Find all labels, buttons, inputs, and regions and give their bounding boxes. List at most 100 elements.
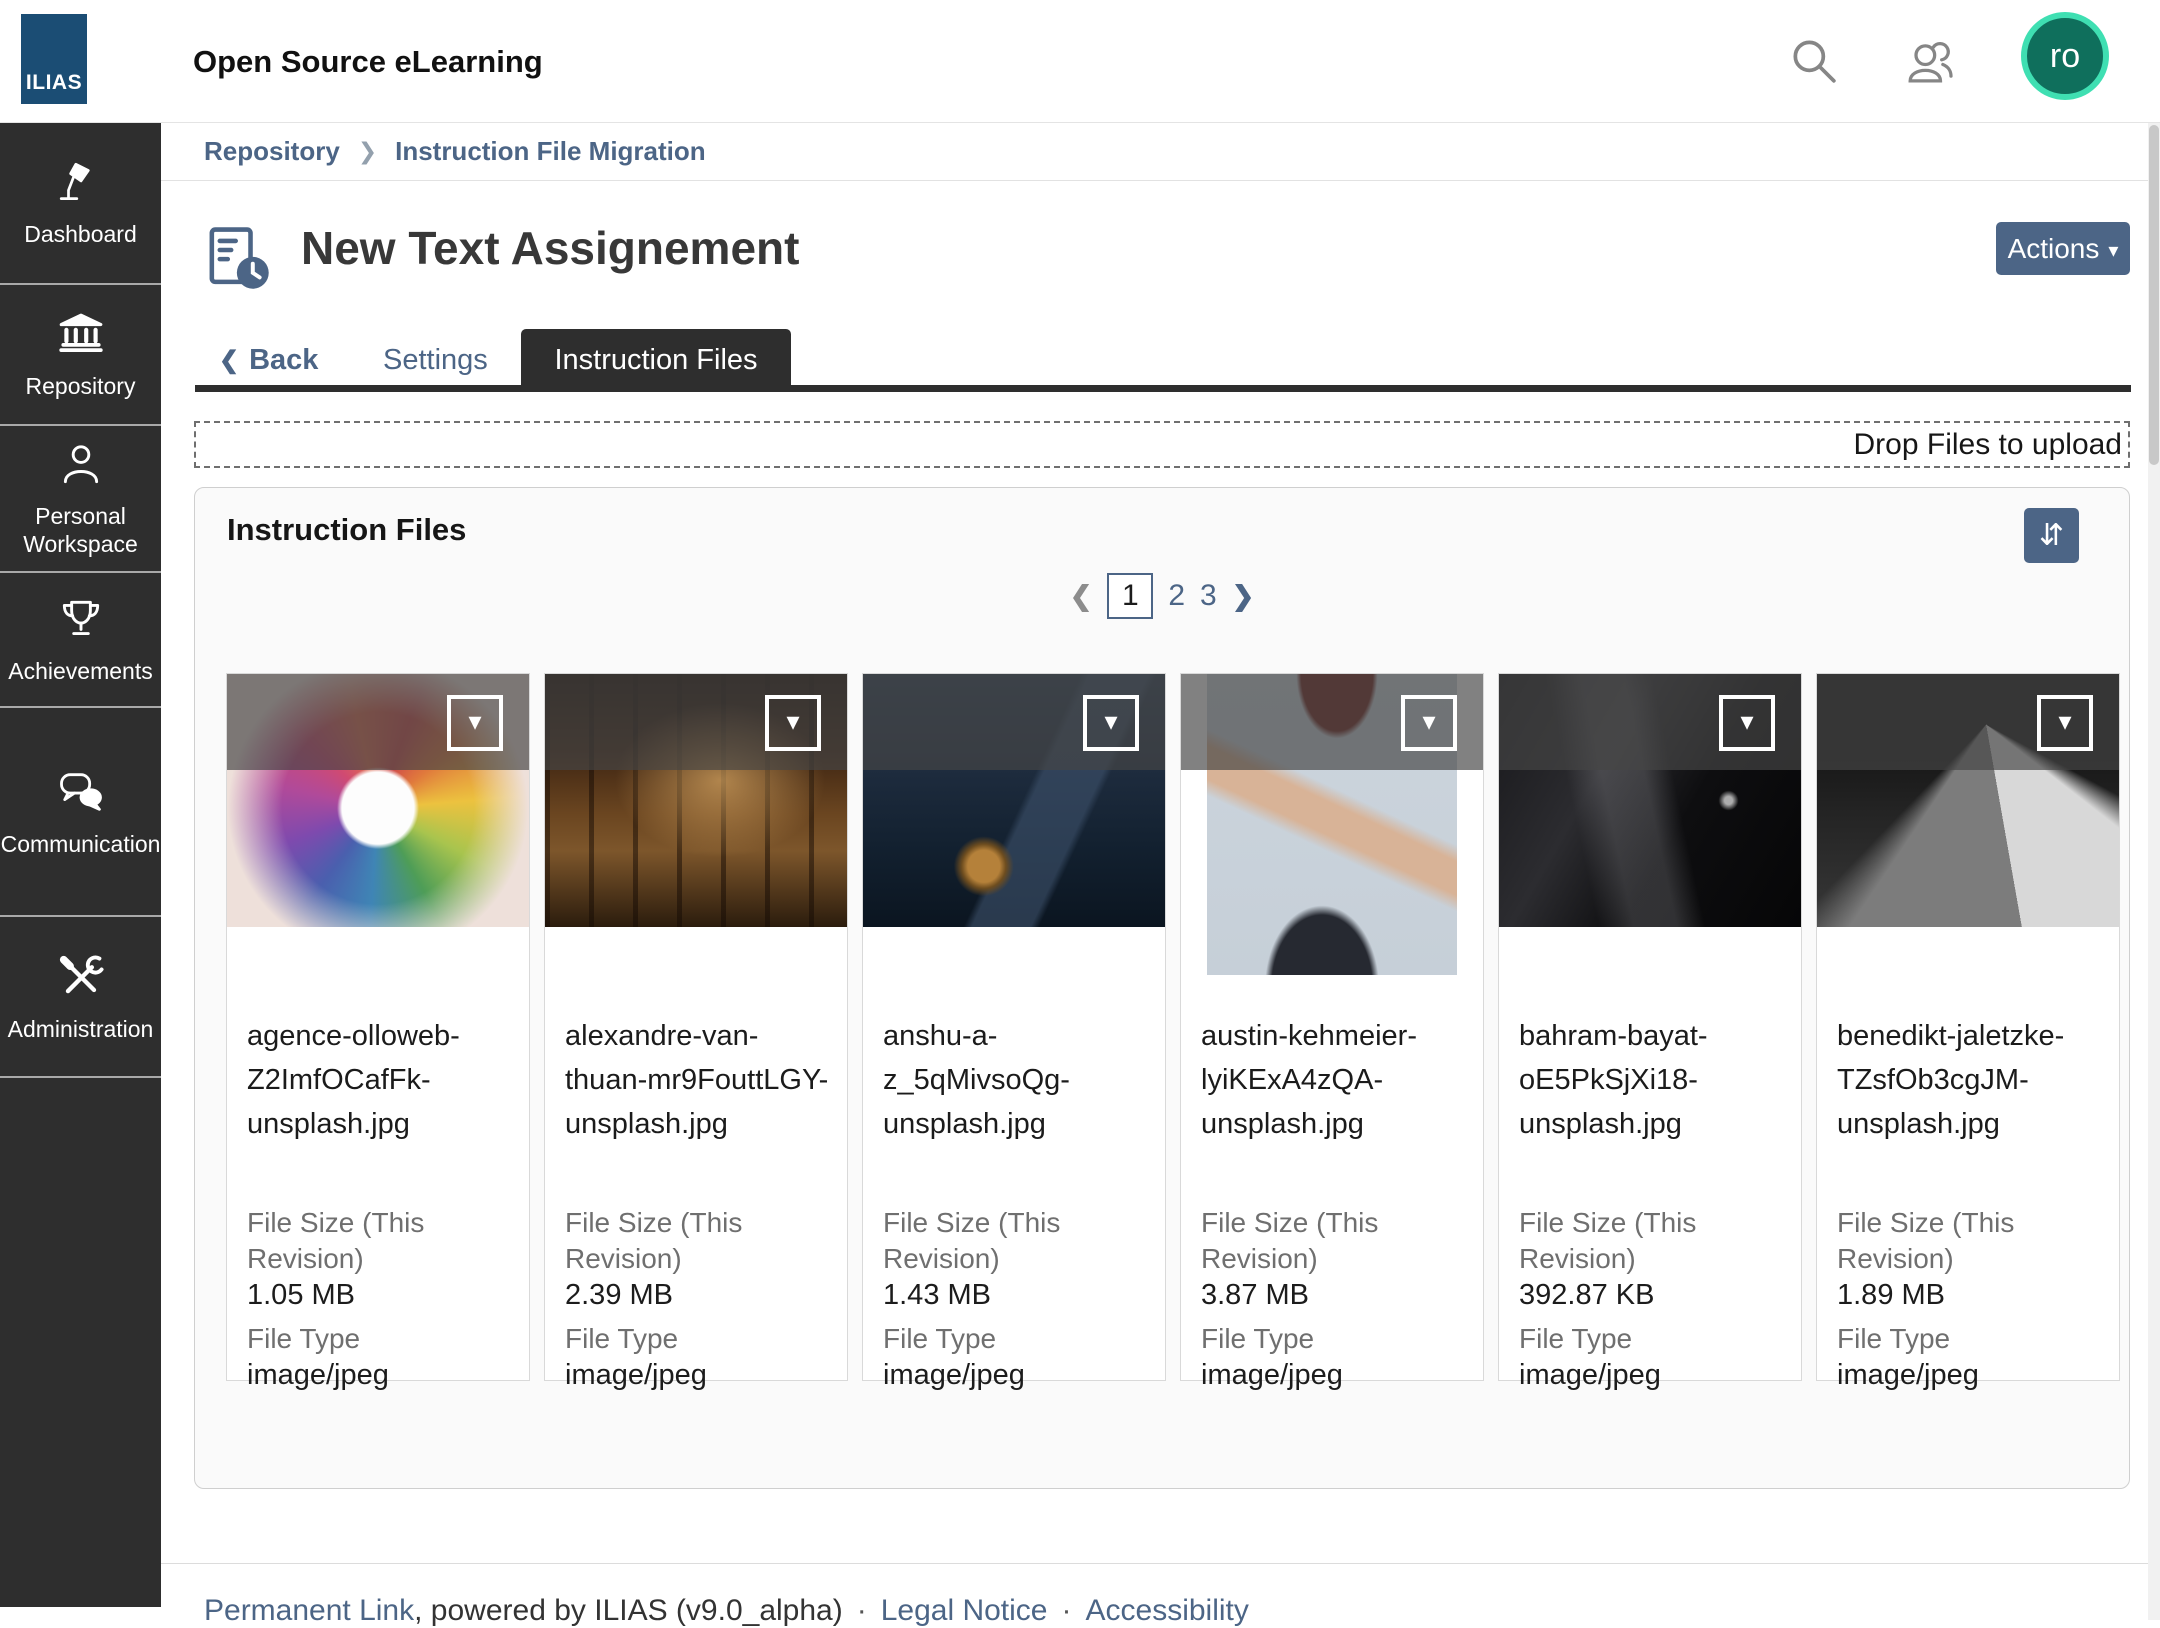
search-icon[interactable] [1786, 33, 1842, 89]
file-type-label: File Type [247, 1321, 517, 1357]
desk-lamp-icon [56, 158, 106, 208]
file-size-label: File Size (This Revision) [247, 1205, 517, 1277]
avatar[interactable]: ro [2021, 12, 2109, 100]
panel-title: Instruction Files [227, 512, 466, 548]
file-type-label: File Type [565, 1321, 835, 1357]
pagination-prev-icon[interactable]: ❮ [1070, 581, 1093, 612]
sidebar-item-administration[interactable]: Administration [0, 917, 161, 1078]
trophy-icon [56, 595, 106, 645]
accessibility-link[interactable]: Accessibility [1086, 1594, 1249, 1627]
file-type-value: image/jpeg [1519, 1357, 1789, 1393]
breadcrumb: Repository ❯ Instruction File Migration [161, 123, 2148, 181]
file-name: austin-kehmeier-lyiKExA4zQA-unsplash.jpg [1201, 1014, 1471, 1146]
actions-button[interactable]: Actions ▾ [1996, 222, 2130, 275]
thumbnail-area: ▾ [1817, 674, 2119, 1007]
chevron-right-icon: ❯ [358, 138, 377, 165]
file-size-value: 1.89 MB [1837, 1277, 2107, 1313]
card-dropdown-button[interactable]: ▾ [765, 695, 821, 751]
file-meta: File Size (This Revision) 392.87 KB File… [1519, 1205, 1789, 1393]
pagination-page-3[interactable]: 3 [1200, 579, 1217, 613]
sort-button[interactable]: ⇵ [2024, 508, 2079, 563]
file-card: ▾ austin-kehmeier-lyiKExA4zQA-unsplash.j… [1180, 673, 1484, 1381]
pagination-page-1[interactable]: 1 [1107, 573, 1153, 619]
tab-settings-label: Settings [383, 344, 488, 377]
footer-separator: · [857, 1594, 867, 1627]
main-content: Repository ❯ Instruction File Migration … [161, 123, 2160, 1620]
caret-down-icon: ▾ [2108, 238, 2118, 263]
file-card: ▾ alexandre-van-thuan-mr9FouttLGY-unspla… [544, 673, 848, 1381]
tab-back-label: Back [249, 344, 318, 377]
file-name: bahram-bayat-oE5PkSjXi18-unsplash.jpg [1519, 1014, 1789, 1146]
person-icon [56, 440, 106, 490]
sidebar-item-dashboard[interactable]: Dashboard [0, 123, 161, 285]
sidebar-item-repository[interactable]: Repository [0, 285, 161, 426]
file-size-value: 2.39 MB [565, 1277, 835, 1313]
file-card: ▾ anshu-a-z_5qMivsoQg-unsplash.jpg File … [862, 673, 1166, 1381]
file-meta: File Size (This Revision) 3.87 MB File T… [1201, 1205, 1471, 1393]
file-card: ▾ benedikt-jaletzke-TZsfOb3cgJM-unsplash… [1816, 673, 2120, 1381]
breadcrumb-instruction-file-migration[interactable]: Instruction File Migration [395, 136, 706, 167]
assignment-file-clock-icon [205, 225, 271, 296]
permanent-link[interactable]: Permanent Link [204, 1594, 414, 1627]
file-type-value: image/jpeg [1837, 1357, 2107, 1393]
file-meta: File Size (This Revision) 1.89 MB File T… [1837, 1205, 2107, 1393]
page-footer: Permanent Link, powered by ILIAS (v9.0_a… [204, 1594, 1249, 1628]
bank-icon [56, 310, 106, 360]
instruction-files-panel: Instruction Files ⇵ ❮ 1 2 3 ❯ ▾ agence-o… [194, 487, 2130, 1489]
pagination-page-2[interactable]: 2 [1168, 579, 1185, 613]
card-dropdown-button[interactable]: ▾ [1401, 695, 1457, 751]
file-size-label: File Size (This Revision) [1519, 1205, 1789, 1277]
card-dropdown-button[interactable]: ▾ [447, 695, 503, 751]
card-dropdown-button[interactable]: ▾ [2037, 695, 2093, 751]
top-header: ILIAS Open Source eLearning ro [0, 0, 2160, 123]
file-type-label: File Type [1201, 1321, 1471, 1357]
sidebar-item-label: Dashboard [20, 220, 141, 248]
file-size-value: 1.05 MB [247, 1277, 517, 1313]
caret-down-icon: ▾ [2058, 708, 2071, 734]
file-size-value: 1.43 MB [883, 1277, 1153, 1313]
file-size-label: File Size (This Revision) [565, 1205, 835, 1277]
tab-instruction-files[interactable]: Instruction Files [521, 329, 791, 392]
file-type-label: File Type [1519, 1321, 1789, 1357]
legal-notice-link[interactable]: Legal Notice [881, 1594, 1048, 1627]
main-sidebar: Dashboard Repository Personal Workspace [0, 123, 161, 1607]
vertical-scrollbar[interactable] [2148, 123, 2160, 1620]
file-type-label: File Type [883, 1321, 1153, 1357]
thumbnail-area: ▾ [863, 674, 1165, 1007]
tab-back[interactable]: ❮ Back [219, 329, 318, 392]
file-name: anshu-a-z_5qMivsoQg-unsplash.jpg [883, 1014, 1153, 1146]
file-card: ▾ agence-olloweb-Z2ImfOCafFk-unsplash.jp… [226, 673, 530, 1381]
card-dropdown-button[interactable]: ▾ [1719, 695, 1775, 751]
file-type-value: image/jpeg [247, 1357, 517, 1393]
sort-icon: ⇵ [2039, 518, 2064, 553]
file-name: benedikt-jaletzke-TZsfOb3cgJM-unsplash.j… [1837, 1014, 2107, 1146]
sidebar-item-label: Personal Workspace [0, 502, 161, 558]
chevron-left-icon: ❮ [219, 346, 239, 375]
sidebar-item-label: Communication [0, 830, 164, 858]
tab-settings[interactable]: Settings [383, 329, 488, 392]
scrollbar-thumb[interactable] [2149, 125, 2159, 465]
pagination: ❮ 1 2 3 ❯ [195, 573, 2129, 619]
tab-underline [195, 385, 2131, 392]
sidebar-item-personal-workspace[interactable]: Personal Workspace [0, 426, 161, 573]
card-dropdown-button[interactable]: ▾ [1083, 695, 1139, 751]
file-name: agence-olloweb-Z2ImfOCafFk-unsplash.jpg [247, 1014, 517, 1146]
pagination-next-icon[interactable]: ❯ [1232, 581, 1255, 612]
tab-instruction-files-label: Instruction Files [554, 344, 757, 377]
ilias-logo[interactable]: ILIAS [21, 14, 87, 104]
breadcrumb-repository[interactable]: Repository [204, 136, 340, 167]
file-name: alexandre-van-thuan-mr9FouttLGY-unsplash… [565, 1014, 835, 1146]
sidebar-item-label: Administration [4, 1015, 158, 1043]
file-meta: File Size (This Revision) 1.43 MB File T… [883, 1205, 1153, 1393]
file-dropzone[interactable]: Drop Files to upload [194, 421, 2130, 468]
caret-down-icon: ▾ [786, 708, 799, 734]
file-size-label: File Size (This Revision) [883, 1205, 1153, 1277]
file-size-value: 3.87 MB [1201, 1277, 1471, 1313]
caret-down-icon: ▾ [1422, 708, 1435, 734]
powered-by-text: , powered by ILIAS (v9.0_alpha) [414, 1594, 843, 1627]
sidebar-item-achievements[interactable]: Achievements [0, 573, 161, 708]
file-card-grid: ▾ agence-olloweb-Z2ImfOCafFk-unsplash.jp… [226, 673, 2120, 1381]
caret-down-icon: ▾ [1104, 708, 1117, 734]
sidebar-item-communication[interactable]: Communication [0, 708, 161, 917]
who-is-online-icon[interactable] [1902, 33, 1958, 89]
